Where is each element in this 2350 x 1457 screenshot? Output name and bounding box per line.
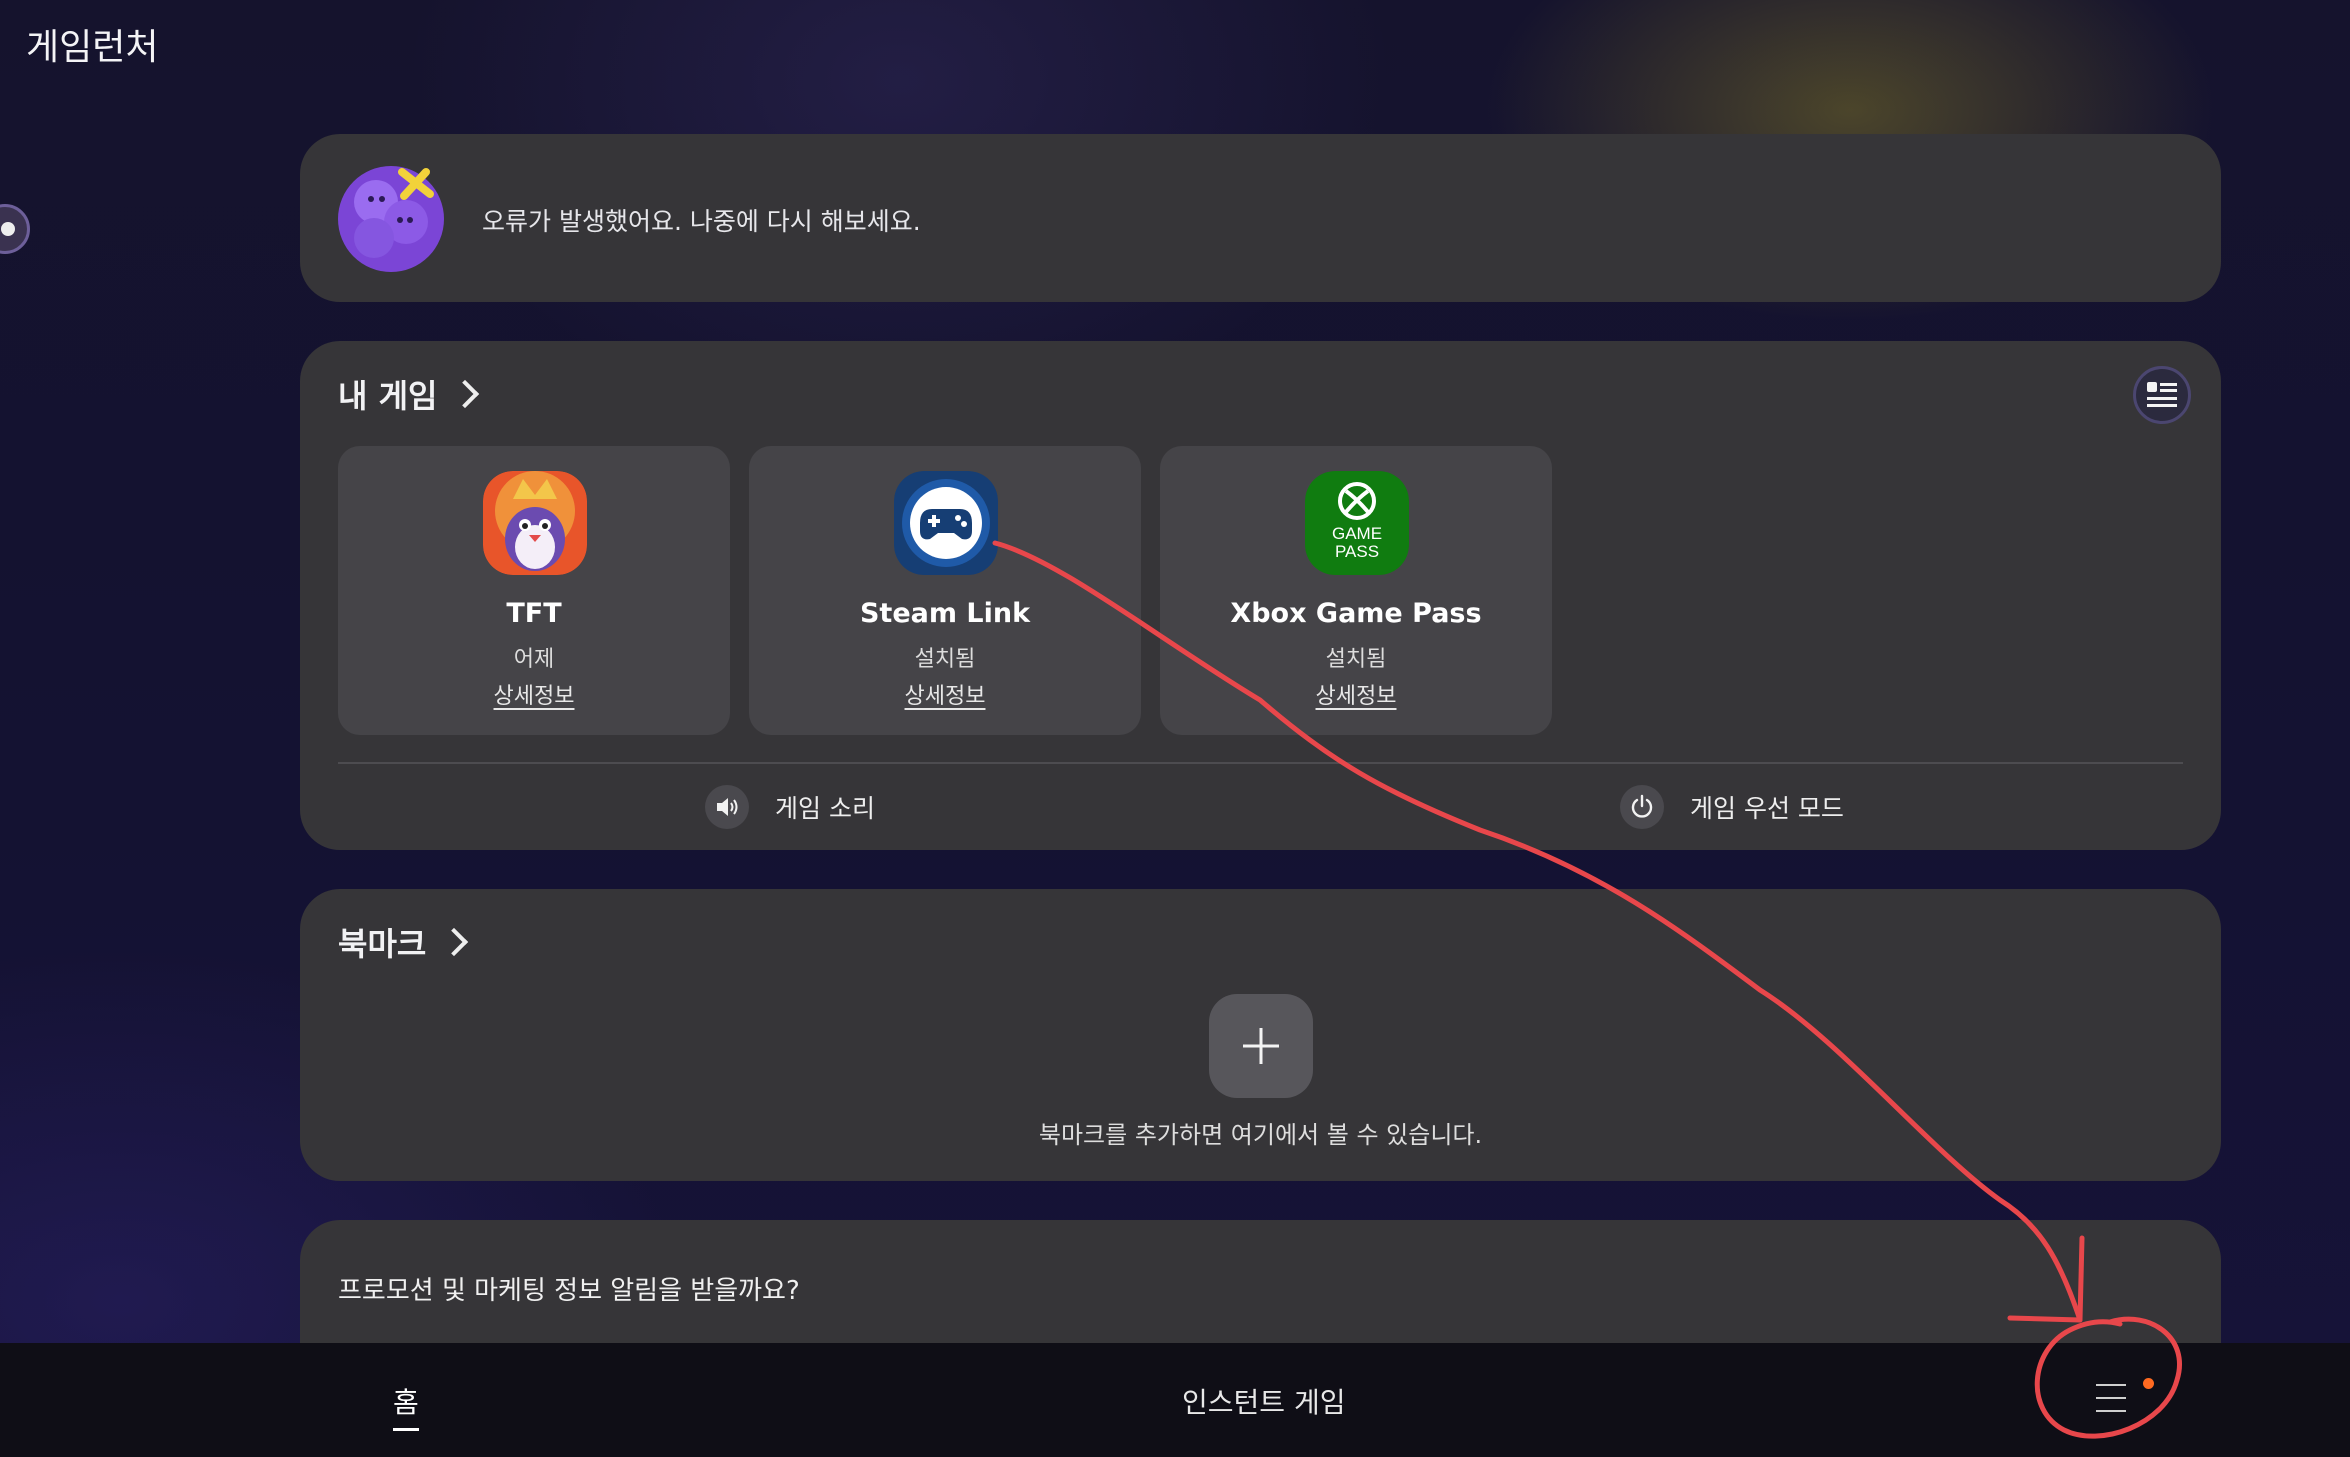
game-detail-link-container: 상세정보 <box>338 678 730 710</box>
game-priority-mode-button[interactable]: 게임 우선 모드 <box>1620 785 1844 829</box>
app-title: 게임런처 <box>26 27 159 68</box>
section-divider <box>338 762 2183 764</box>
game-detail-link-container: 상세정보 <box>1160 678 1552 710</box>
game-priority-mode-label: 게임 우선 모드 <box>1690 794 1844 823</box>
nav-tab-instant-games[interactable]: 인스턴트 게임 <box>1182 1381 1345 1421</box>
game-status: 설치됨 <box>914 647 976 672</box>
steam-link-icon <box>894 471 998 575</box>
xbox-game-pass-icon: GAME PASS <box>1305 471 1409 575</box>
tft-penguin-icon <box>483 471 587 575</box>
menu-icon[interactable] <box>2096 1384 2128 1414</box>
speaker-icon <box>705 785 749 829</box>
game-status: 어제 <box>513 647 555 672</box>
chevron-right-icon <box>451 379 480 409</box>
game-detail-link[interactable]: 상세정보 <box>1316 684 1397 709</box>
my-games-card: 내 게임 TFT 어제 상세정보 Steam Link 설치됨 상세정보 GAM… <box>300 341 2221 850</box>
game-detail-link[interactable]: 상세정보 <box>494 684 575 709</box>
my-games-header[interactable]: 내 게임 <box>338 371 480 417</box>
promo-question: 프로모션 및 마케팅 정보 알림을 받을까요? <box>338 1276 800 1306</box>
bookmarks-empty-hint: 북마크를 추가하면 여기에서 볼 수 있습니다. <box>1038 1121 1483 1149</box>
power-icon <box>1620 785 1664 829</box>
game-name: TFT <box>506 598 562 629</box>
grape-mascot-icon <box>338 166 444 272</box>
game-detail-link-container: 상세정보 <box>749 678 1141 710</box>
bookmarks-card: 북마크 북마크를 추가하면 여기에서 볼 수 있습니다. <box>300 889 2221 1181</box>
chevron-right-icon <box>440 927 469 957</box>
bottom-navigation: 홈 인스턴트 게임 <box>0 1343 2350 1457</box>
nav-tab-home[interactable]: 홈 <box>393 1381 419 1431</box>
list-view-icon <box>2147 382 2177 407</box>
add-bookmark-button[interactable] <box>1209 994 1313 1098</box>
game-name: Steam Link <box>859 598 1031 629</box>
game-sound-button[interactable]: 게임 소리 <box>705 785 875 829</box>
game-tile-steam-link[interactable]: Steam Link 설치됨 상세정보 <box>749 446 1141 735</box>
notification-badge-dot <box>2143 1378 2154 1389</box>
game-sound-label: 게임 소리 <box>775 794 875 823</box>
floating-edge-bubble[interactable] <box>0 204 30 254</box>
game-tile-tft[interactable]: TFT 어제 상세정보 <box>338 446 730 735</box>
game-detail-link[interactable]: 상세정보 <box>905 684 986 709</box>
my-games-title: 내 게임 <box>338 377 438 415</box>
bookmarks-header[interactable]: 북마크 <box>338 919 469 965</box>
game-tile-xbox-game-pass[interactable]: GAME PASS Xbox Game Pass 설치됨 상세정보 <box>1160 446 1552 735</box>
xbox-icon-text-game: GAME <box>1332 524 1382 543</box>
list-view-toggle-button[interactable] <box>2133 366 2191 424</box>
game-name: Xbox Game Pass <box>1230 598 1482 629</box>
xbox-icon-text-pass: PASS <box>1335 542 1379 561</box>
error-message: 오류가 발생했어요. 나중에 다시 해보세요. <box>482 207 921 236</box>
bookmarks-title: 북마크 <box>338 925 427 963</box>
game-status: 설치됨 <box>1325 647 1387 672</box>
error-notice-card: 오류가 발생했어요. 나중에 다시 해보세요. <box>300 134 2221 302</box>
